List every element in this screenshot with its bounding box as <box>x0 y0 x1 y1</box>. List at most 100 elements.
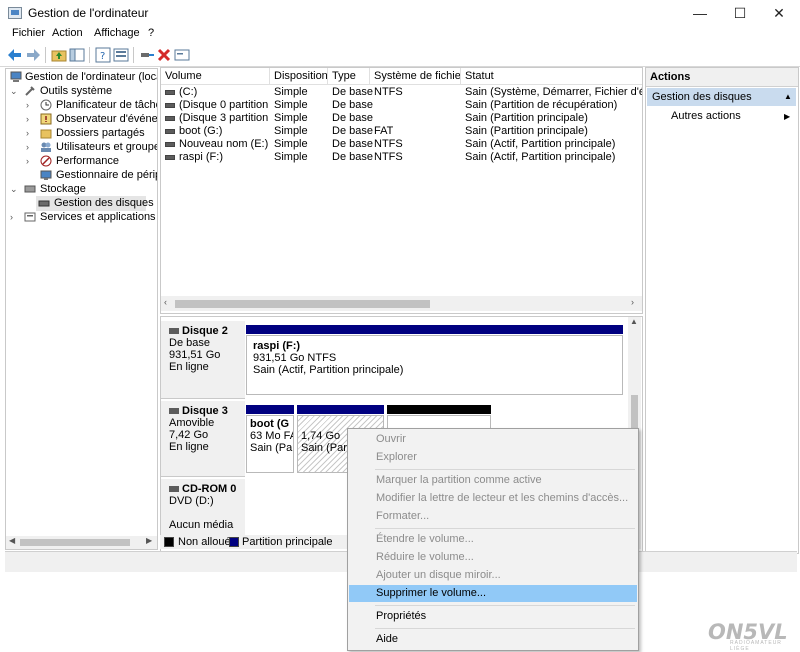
close-button[interactable]: ✕ <box>759 0 799 26</box>
disk-3-info[interactable]: Disque 3 Amovible 7,42 Go En ligne <box>161 401 245 477</box>
menu-item-mark-active[interactable]: Marquer la partition comme active <box>349 472 637 489</box>
volume-list-horizontal-scrollbar[interactable]: ‹ › <box>161 296 642 311</box>
tree-label: Performance <box>56 155 119 167</box>
cell-volume: Nouveau nom (E:) <box>179 138 269 150</box>
menu-action[interactable]: Action <box>52 27 83 39</box>
tree-item-local-users[interactable]: › Utilisateurs et groupes l <box>8 140 157 155</box>
menu-help[interactable]: ? <box>148 27 154 39</box>
drive-icon <box>165 116 175 121</box>
scroll-thumb[interactable] <box>175 300 430 308</box>
event-log-icon <box>40 113 52 125</box>
cell-filesystem: NTFS <box>374 138 403 150</box>
collapsed-chevron-icon[interactable]: › <box>26 98 29 113</box>
collapsed-chevron-icon[interactable]: › <box>26 112 29 127</box>
scroll-right-icon[interactable]: › <box>631 297 634 307</box>
scroll-left-icon[interactable]: ◀ <box>9 536 15 545</box>
table-row[interactable]: boot (G:) Simple De base FAT Sain (Parti… <box>161 125 642 138</box>
actions-section-disk-management[interactable]: Gestion des disques ▲ <box>647 88 796 106</box>
console-icon[interactable] <box>174 47 190 63</box>
menu-fichier[interactable]: Fichier <box>12 27 45 39</box>
show-hide-tree-icon[interactable] <box>69 47 85 63</box>
menu-item-format[interactable]: Formater... <box>349 508 637 525</box>
cell-layout: Simple <box>274 99 308 111</box>
menu-item-open[interactable]: Ouvrir <box>349 431 637 448</box>
column-header-filesystem[interactable]: Système de fichiers <box>370 68 461 84</box>
menu-item-delete-volume[interactable]: Supprimer le volume... <box>349 585 637 602</box>
cell-filesystem: NTFS <box>374 151 403 163</box>
connect-icon[interactable] <box>139 47 155 63</box>
partition-raspi[interactable]: raspi (F:) 931,51 Go NTFS Sain (Actif, P… <box>246 335 623 395</box>
forward-arrow-icon[interactable] <box>25 47 41 63</box>
cell-filesystem: FAT <box>374 125 394 137</box>
scroll-thumb[interactable] <box>20 539 130 546</box>
column-header-volume[interactable]: Volume <box>161 68 270 84</box>
partition-status: Sain (Par <box>250 442 294 454</box>
menu-item-properties[interactable]: Propriétés <box>349 608 637 625</box>
collapse-icon[interactable]: ▲ <box>784 88 792 106</box>
primary-partition-bar <box>246 405 294 414</box>
cell-volume: (Disque 3 partition 2) <box>179 112 269 124</box>
disk-icon <box>169 328 179 335</box>
cdrom-drive: DVD (D:) <box>169 495 214 507</box>
more-actions-label: Autres actions <box>671 110 741 122</box>
help-icon[interactable]: ? <box>95 47 111 63</box>
disk-kind: Amovible <box>169 417 215 429</box>
tree-item-task-scheduler[interactable]: › Planificateur de tâches <box>8 98 157 113</box>
drive-icon <box>165 129 175 134</box>
cell-volume: boot (G:) <box>179 125 223 137</box>
table-row[interactable]: (Disque 3 partition 2) Simple De base Sa… <box>161 112 642 125</box>
menu-affichage[interactable]: Affichage <box>94 27 140 39</box>
disk-2-info[interactable]: Disque 2 De base 931,51 Go En ligne <box>161 321 245 399</box>
cell-type: De base <box>332 86 373 98</box>
tree-root[interactable]: Gestion de l'ordinateur (local) <box>8 70 157 85</box>
tree-item-storage[interactable]: ⌄ Stockage <box>8 182 157 197</box>
collapsed-chevron-icon[interactable]: › <box>26 140 29 155</box>
tree-item-performance[interactable]: › Performance <box>8 154 157 169</box>
scroll-up-icon[interactable]: ▲ <box>630 317 638 326</box>
collapsed-chevron-icon[interactable]: › <box>26 154 29 169</box>
menu-item-help[interactable]: Aide <box>349 631 637 648</box>
tree-horizontal-scrollbar[interactable]: ◀ ▶ <box>6 536 157 549</box>
up-folder-icon[interactable] <box>51 47 67 63</box>
delete-icon[interactable] <box>156 47 172 63</box>
tree-item-services[interactable]: › Services et applications <box>8 210 157 225</box>
tree-item-disk-management[interactable]: Gestion des disques <box>36 196 154 211</box>
cell-volume: (Disque 0 partition 2) <box>179 99 269 111</box>
disk-state: En ligne <box>169 441 209 453</box>
expanded-chevron-icon[interactable]: ⌄ <box>10 84 18 99</box>
tree-label: Services et applications <box>40 211 156 223</box>
cell-status: Sain (Actif, Partition principale) <box>465 138 616 150</box>
more-actions-item[interactable]: Autres actions ▶ <box>671 109 793 124</box>
collapsed-chevron-icon[interactable]: › <box>26 126 29 141</box>
tree-item-system-tools[interactable]: ⌄ Outils système <box>8 84 157 99</box>
table-row[interactable]: (Disque 0 partition 2) Simple De base Sa… <box>161 99 642 112</box>
disk-name-text: Disque 3 <box>182 405 228 417</box>
shared-folder-icon <box>40 129 52 139</box>
menu-item-change-letter[interactable]: Modifier la lettre de lecteur et les che… <box>349 490 637 507</box>
tree-item-device-manager[interactable]: Gestionnaire de périphé <box>8 168 157 183</box>
scroll-left-icon[interactable]: ‹ <box>164 297 167 307</box>
clock-icon <box>40 99 52 111</box>
menu-item-extend[interactable]: Étendre le volume... <box>349 531 637 548</box>
cdrom-info[interactable]: CD-ROM 0 DVD (D:) Aucun média <box>161 479 245 539</box>
back-arrow-icon[interactable] <box>7 47 23 63</box>
menu-item-add-mirror[interactable]: Ajouter un disque miroir... <box>349 567 637 584</box>
collapsed-chevron-icon[interactable]: › <box>10 210 13 225</box>
partition-boot[interactable]: boot (G 63 Mo FA Sain (Par <box>246 415 294 473</box>
table-row[interactable]: (C:) Simple De base NTFS Sain (Système, … <box>161 86 642 99</box>
tree-item-event-viewer[interactable]: › Observateur d'événeme <box>8 112 157 127</box>
column-header-type[interactable]: Type <box>328 68 370 84</box>
column-header-layout[interactable]: Disposition <box>270 68 328 84</box>
tree-item-shared-folders[interactable]: › Dossiers partagés <box>8 126 157 141</box>
menu-item-explore[interactable]: Explorer <box>349 449 637 466</box>
column-header-status[interactable]: Statut <box>461 68 642 84</box>
cell-type: De base <box>332 125 373 137</box>
menu-item-shrink[interactable]: Réduire le volume... <box>349 549 637 566</box>
minimize-button[interactable]: — <box>680 0 720 26</box>
scroll-right-icon[interactable]: ▶ <box>146 536 152 545</box>
maximize-button[interactable]: ☐ <box>720 0 760 26</box>
table-row[interactable]: Nouveau nom (E:) Simple De base NTFS Sai… <box>161 138 642 151</box>
expanded-chevron-icon[interactable]: ⌄ <box>10 182 18 197</box>
table-row[interactable]: raspi (F:) Simple De base NTFS Sain (Act… <box>161 151 642 164</box>
properties-icon[interactable] <box>113 47 129 63</box>
